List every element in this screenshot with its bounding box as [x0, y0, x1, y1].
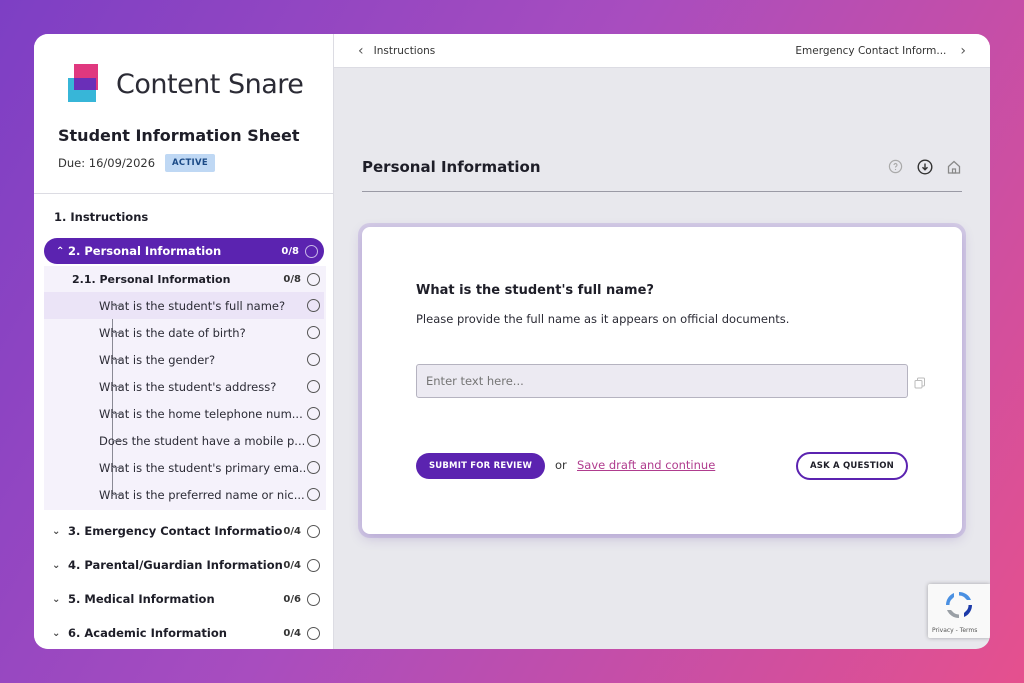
sidebar-question-item[interactable]: What is the home telephone num...	[44, 400, 324, 427]
content-snare-logo	[68, 64, 104, 104]
sidebar-item-label: 5. Medical Information	[68, 592, 215, 606]
due-row: Due: 16/09/2026 ACTIVE	[58, 154, 215, 172]
progress-count: 0/4	[283, 559, 301, 571]
sidebar-question-item[interactable]: Does the student have a mobile p...	[44, 427, 324, 454]
question-label: What is the preferred name or nic...	[99, 487, 305, 502]
chevron-right-icon: ›	[960, 42, 966, 59]
status-circle-icon	[307, 558, 320, 572]
brand-name: Content Snare	[116, 68, 304, 100]
chevron-down-icon: ⌄	[52, 525, 61, 537]
status-badge: ACTIVE	[165, 154, 215, 172]
question-help-text: Please provide the full name as it appea…	[416, 312, 790, 326]
sidebar-item-label: 1. Instructions	[54, 210, 149, 224]
chevron-left-icon: ‹	[358, 42, 364, 59]
status-circle-icon	[307, 626, 320, 640]
recaptcha-badge[interactable]: Privacy - Terms	[928, 584, 990, 638]
question-label: What is the home telephone num...	[99, 406, 303, 421]
sidebar-item-academic[interactable]: ⌄ 6. Academic Information 0/4	[44, 620, 324, 646]
sidebar-item-label: 3. Emergency Contact Information	[68, 524, 284, 538]
sidebar-question-item[interactable]: What is the date of birth?	[44, 319, 324, 346]
or-text: or	[555, 458, 567, 472]
sidebar-item-label: 4. Parental/Guardian Information	[68, 558, 283, 572]
progress-count: 0/6	[283, 593, 301, 605]
document-title: Student Information Sheet	[58, 126, 300, 145]
due-date: Due: 16/09/2026	[58, 156, 156, 170]
chevron-down-icon: ⌄	[52, 627, 61, 639]
question-label: What is the date of birth?	[99, 325, 246, 340]
question-label: What is the student's address?	[99, 379, 277, 394]
recaptcha-terms: Privacy - Terms	[932, 627, 978, 634]
question-label: What is the gender?	[99, 352, 216, 367]
section-title: Personal Information	[362, 158, 541, 176]
status-circle-icon	[307, 380, 320, 393]
question-card: What is the student's full name? Please …	[362, 227, 962, 534]
prev-section-link[interactable]: ‹ Instructions	[358, 43, 435, 59]
ask-a-question-button[interactable]: ASK A QUESTION	[796, 452, 908, 480]
status-circle-icon	[307, 488, 320, 501]
progress-count: 0/4	[283, 627, 301, 639]
save-draft-link[interactable]: Save draft and continue	[577, 458, 715, 472]
tree-tick	[112, 467, 122, 468]
section-actions	[887, 158, 962, 175]
sidebar: Content Snare Student Information Sheet …	[34, 34, 334, 649]
sidebar-question-item[interactable]: What is the gender?	[44, 346, 324, 373]
sidebar-question-item[interactable]: What is the preferred name or nic...	[44, 481, 324, 508]
copy-icon[interactable]	[914, 374, 926, 393]
sidebar-item-personal-information[interactable]: ⌃ 2. Personal Information 0/8	[44, 238, 324, 264]
status-circle-icon	[305, 244, 318, 258]
home-icon[interactable]	[945, 158, 962, 175]
tree-tick	[112, 305, 122, 306]
status-circle-icon	[307, 461, 320, 474]
progress-count: 0/8	[281, 245, 299, 257]
status-circle-icon	[307, 524, 320, 538]
chevron-up-icon: ⌃	[56, 245, 65, 257]
question-label: What is the student's primary ema...	[99, 460, 307, 475]
status-circle-icon	[307, 407, 320, 420]
sidebar-question-item[interactable]: What is the student's primary ema...	[44, 454, 324, 481]
next-section-link[interactable]: Emergency Contact Inform... ›	[795, 43, 966, 59]
sidebar-item-label: 2. Personal Information	[68, 244, 222, 258]
sidebar-item-label: 2.1. Personal Information	[72, 272, 231, 286]
tree-tick	[112, 494, 122, 495]
question-title: What is the student's full name?	[416, 283, 654, 298]
next-section-label: Emergency Contact Inform...	[795, 44, 947, 57]
tree-tick	[112, 386, 122, 387]
sidebar-question-item[interactable]: What is the student's full name?	[44, 292, 324, 319]
section-divider	[362, 191, 962, 192]
question-label: What is the student's full name?	[99, 298, 286, 313]
sidebar-question-item[interactable]: What is the student's address?	[44, 373, 324, 400]
tree-tick	[112, 359, 122, 360]
status-circle-icon	[307, 592, 320, 606]
tree-tick	[112, 413, 122, 414]
download-icon[interactable]	[916, 158, 933, 175]
sidebar-item-label: 6. Academic Information	[68, 626, 227, 640]
progress-count: 0/4	[283, 525, 301, 537]
sidebar-divider	[34, 193, 333, 194]
status-circle-icon	[307, 326, 320, 339]
main-content: ‹ Instructions Emergency Contact Inform.…	[334, 34, 990, 649]
submit-for-review-button[interactable]: SUBMIT FOR REVIEW	[416, 453, 545, 479]
sidebar-item-instructions[interactable]: 1. Instructions	[44, 204, 324, 230]
sidebar-item-subsection[interactable]: 2.1. Personal Information 0/8	[44, 266, 324, 292]
question-label: Does the student have a mobile p...	[99, 433, 306, 448]
tree-tick	[112, 332, 122, 333]
help-icon[interactable]	[887, 158, 904, 175]
sidebar-item-medical[interactable]: ⌄ 5. Medical Information 0/6	[44, 586, 324, 612]
status-circle-icon	[307, 272, 320, 286]
section-navigation-bar: ‹ Instructions Emergency Contact Inform.…	[334, 34, 990, 68]
tree-tick	[112, 440, 122, 441]
progress-count: 0/8	[283, 273, 301, 285]
chevron-down-icon: ⌄	[52, 593, 61, 605]
app-window: Content Snare Student Information Sheet …	[34, 34, 990, 649]
brand: Content Snare	[68, 64, 304, 104]
answer-input[interactable]	[416, 364, 908, 398]
chevron-down-icon: ⌄	[52, 559, 61, 571]
prev-section-label: Instructions	[373, 44, 436, 57]
status-circle-icon	[307, 353, 320, 366]
status-circle-icon	[307, 434, 320, 447]
status-circle-icon	[307, 299, 320, 312]
recaptcha-icon	[946, 592, 972, 618]
sidebar-item-emergency-contact[interactable]: ⌄ 3. Emergency Contact Information 0/4	[44, 518, 324, 544]
sidebar-item-parental-guardian[interactable]: ⌄ 4. Parental/Guardian Information 0/4	[44, 552, 324, 578]
